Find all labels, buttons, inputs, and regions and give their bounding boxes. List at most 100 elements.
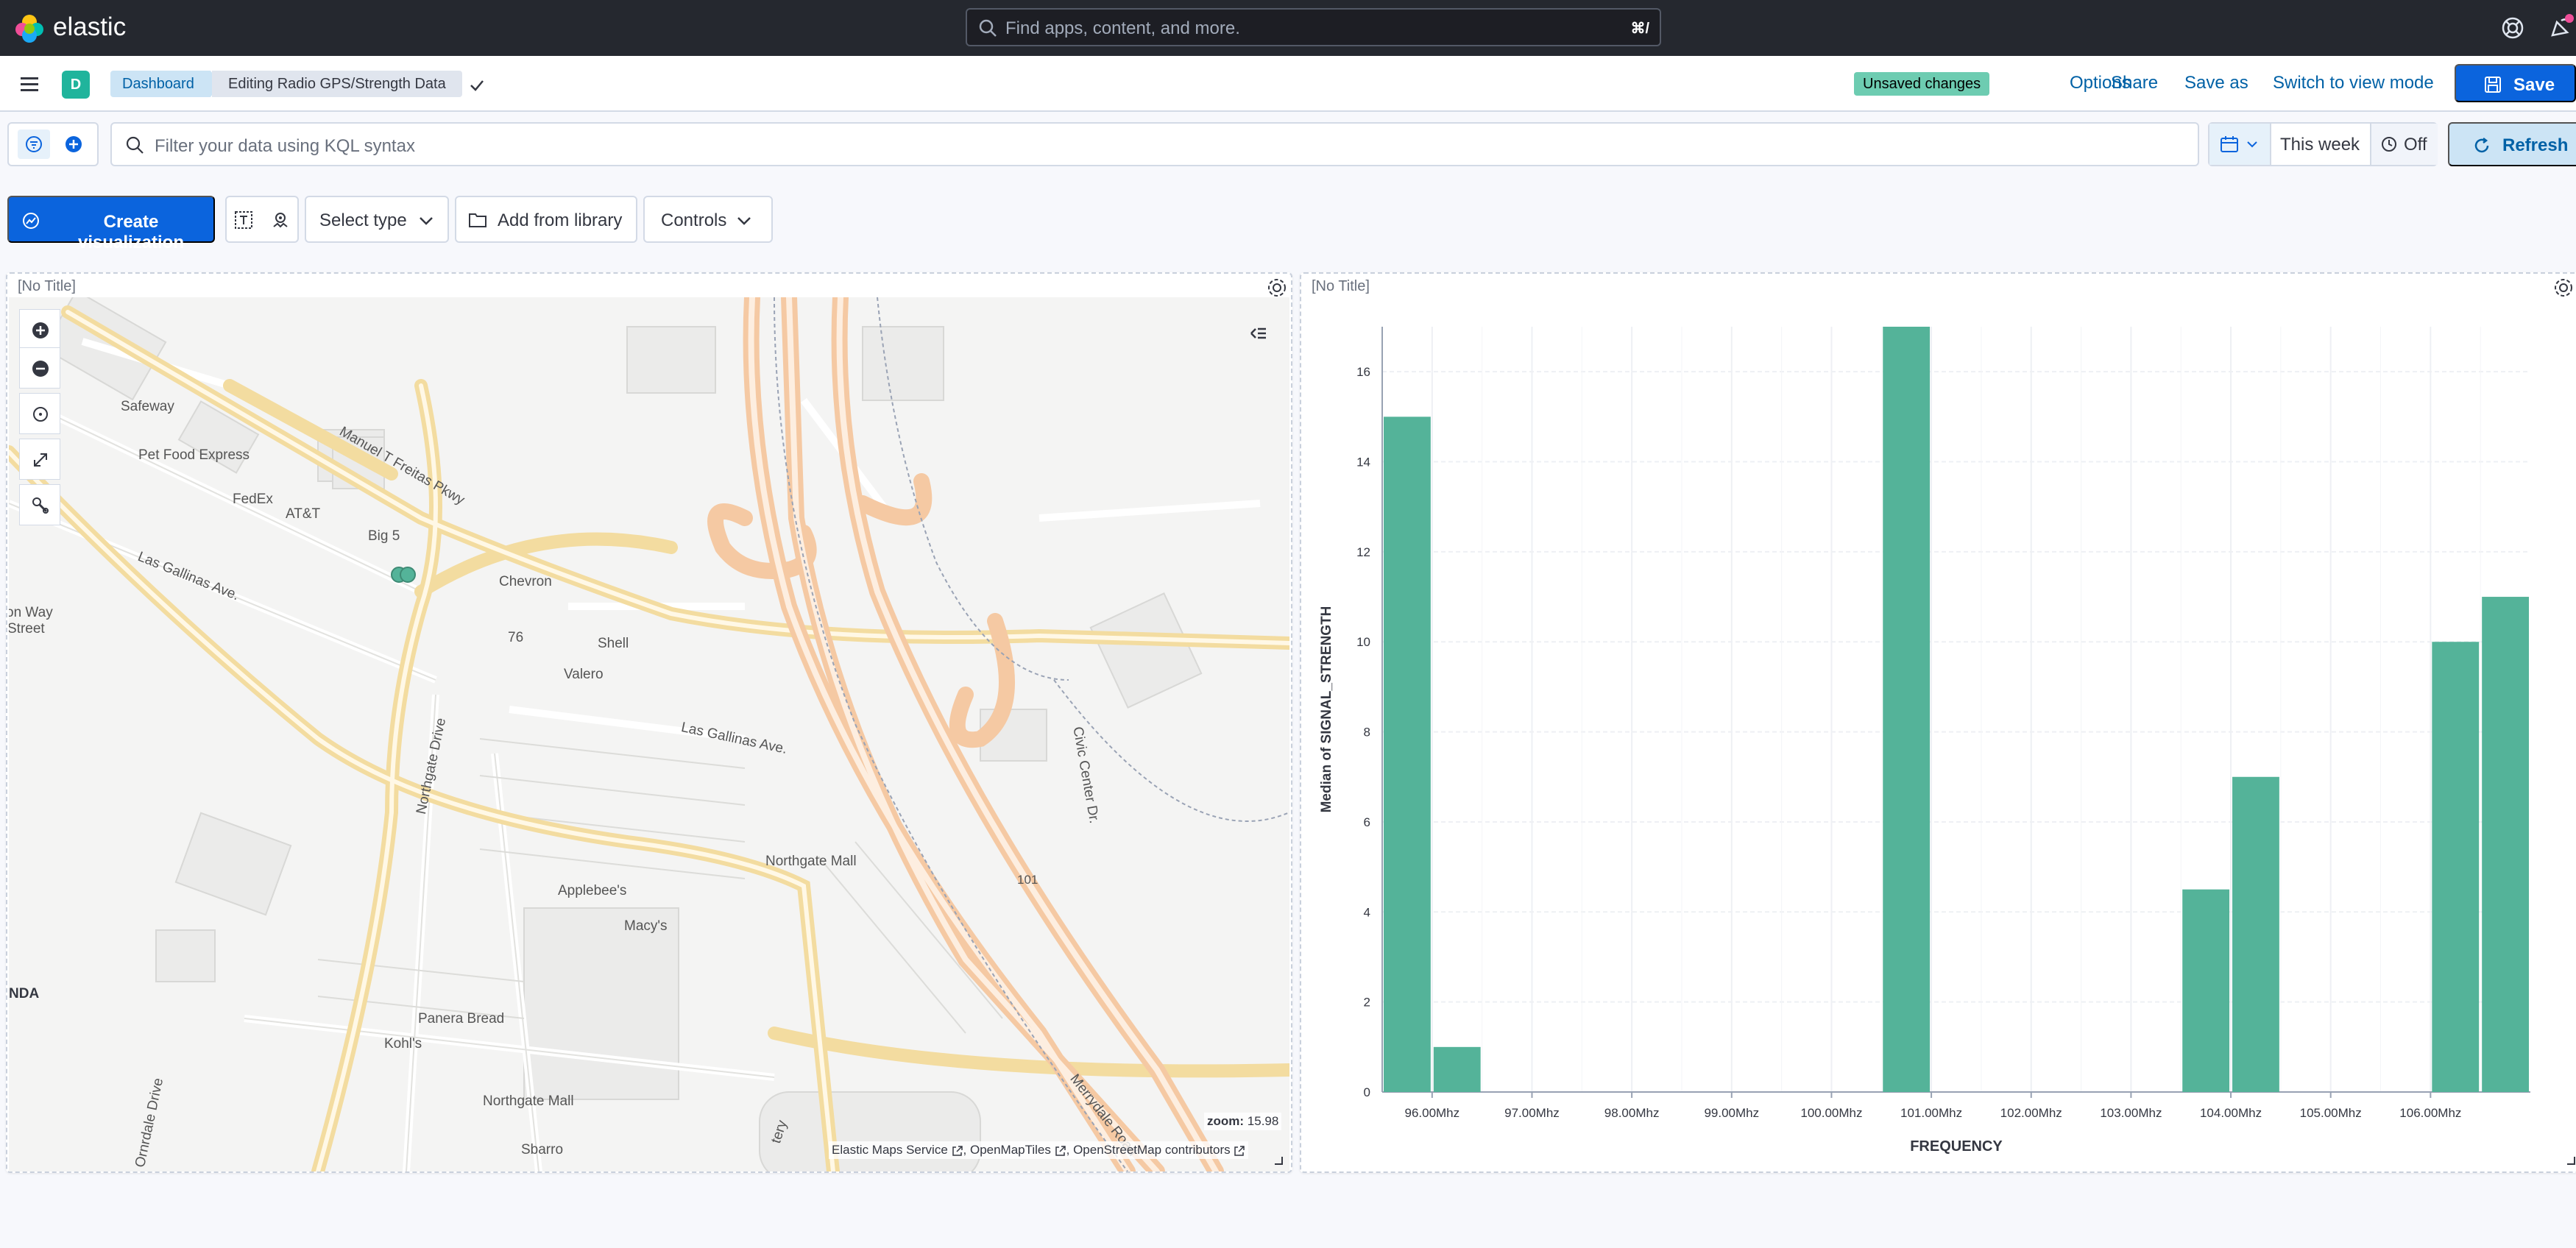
attribution-ems-link[interactable]: Elastic Maps Service [832,1143,948,1157]
help-icon[interactable] [2501,16,2524,40]
date-range-label[interactable]: This week [2280,135,2360,155]
draw-tool-button[interactable] [19,484,60,525]
keyboard-shortcut: ⌘/ [1630,21,1649,37]
zoom-in-button[interactable] [19,309,60,350]
auto-refresh-button[interactable]: Off [2370,124,2438,165]
minus-circle-icon [32,361,49,377]
elastic-logo-icon[interactable] [13,12,46,44]
chevron-down-icon [737,217,751,225]
share-link[interactable]: Share [2111,73,2158,93]
add-filter-button[interactable] [57,130,90,159]
quick-menu-button[interactable] [2209,124,2271,165]
map-controls [19,309,60,530]
layer-control-icon[interactable] [1245,321,1270,346]
chart-panel-title: [No Title] [1312,278,1370,294]
zoom-value: 15.98 [1247,1114,1279,1128]
map-label: Sbarro [521,1142,564,1157]
auto-refresh-label: Off [2404,135,2427,155]
kql-placeholder: Filter your data using KQL syntax [155,136,415,156]
chart-y-tick-label: 2 [1364,996,1370,1010]
save-button[interactable]: Save [2455,64,2576,102]
gear-icon[interactable] [1266,277,1288,299]
external-link-icon [1234,1145,1245,1156]
external-link-icon [952,1145,963,1156]
map-label: Kohl's [384,1036,422,1052]
date-picker: This week Off [2208,122,2438,166]
add-from-library-button[interactable]: Add from library [455,196,637,243]
switch-to-view-mode-link[interactable]: Switch to view mode [2273,73,2434,93]
zoom-out-button[interactable] [19,347,60,389]
controls-button[interactable]: Controls [643,196,773,243]
chevron-down-icon [2247,141,2257,148]
select-type-button[interactable]: Select type [305,196,449,243]
attribution-osm-link[interactable]: OpenStreetMap contributors [1073,1143,1231,1157]
refresh-button[interactable]: Refresh [2448,122,2576,166]
filter-icon [26,136,42,152]
map-canvas[interactable]: Safeway Pet Food Express FedEx AT&T Big … [9,297,1289,1171]
map-label: 101 [1017,873,1038,887]
map-label: FedEx [233,492,273,507]
chart-x-tick-label: 104.00Mhz [2200,1106,2262,1120]
map-label: Pet Food Express [138,447,250,463]
menu-icon[interactable] [16,71,43,97]
chart-bar [1384,416,1431,1092]
map-label: Macy's [624,918,668,934]
chart-x-tick-label: 100.00Mhz [1800,1106,1862,1120]
filter-menu-button[interactable] [18,130,50,159]
map-label: Safeway [121,399,174,414]
save-as-link[interactable]: Save as [2184,73,2248,93]
maps-app-icon[interactable] [271,210,290,230]
wrench-icon [32,497,49,514]
chevron-down-icon [420,217,433,225]
map-label: Panera Bread [418,1011,505,1027]
space-avatar[interactable]: D [62,71,90,99]
plus-circle-icon [66,136,82,152]
fullscreen-button[interactable] [19,439,60,480]
map-label: Applebee's [558,883,627,898]
chart-y-tick-label: 4 [1364,905,1370,919]
resize-handle-icon[interactable] [1273,1155,1284,1166]
check-icon[interactable] [468,77,486,94]
map-label: Chevron [499,574,552,589]
chart-bar [1883,327,1931,1092]
global-header: elastic Find apps, content, and more. ⌘/ [0,0,2576,56]
map-panel-title: [No Title] [18,278,76,294]
chart-bar [2232,776,2279,1092]
chart-y-tick-label: 6 [1364,815,1370,829]
create-visualization-label: Create visualization [77,212,185,252]
notification-dot [2565,14,2574,23]
quick-create-group [225,196,299,243]
add-from-library-label: Add from library [498,210,623,230]
breadcrumb-dashboard[interactable]: Dashboard [110,71,221,97]
reset-view-button[interactable] [19,393,60,434]
map-label: Big 5 [368,528,400,544]
create-visualization-button[interactable]: Create visualization [7,196,215,252]
calendar-icon [2221,136,2238,152]
resize-handle-icon[interactable] [2566,1155,2576,1166]
chart-y-tick-label: 10 [1356,635,1370,649]
brand-name[interactable]: elastic [53,13,126,42]
crosshair-icon [33,407,48,422]
filter-button-group [7,122,99,166]
gear-icon[interactable] [2552,277,2575,299]
chart-y-tick-label: 12 [1356,545,1370,559]
chart-y-tick-label: 14 [1356,455,1370,469]
chart-x-axis-label: FREQUENCY [1910,1138,2003,1155]
map-label: AT&T [286,506,321,522]
auto-refresh-icon [2382,137,2396,152]
map-label: Northgate Mall [765,854,857,869]
global-search-input[interactable]: Find apps, content, and more. ⌘/ [966,8,1661,46]
map-label: Shell [598,636,629,651]
kql-search-input[interactable]: Filter your data using KQL syntax [110,122,2199,166]
attribution-omt-link[interactable]: OpenMapTiles [970,1143,1051,1157]
chart-bar [2432,642,2480,1092]
chart-bar [2482,597,2529,1092]
markdown-icon[interactable] [234,210,253,230]
unsaved-changes-badge: Unsaved changes [1854,72,1990,96]
map-label: on Way [9,605,53,620]
save-icon [2485,77,2501,93]
map-label: NDA [9,986,40,1001]
refresh-icon [2474,138,2489,153]
chart-bar [2182,889,2230,1092]
map-label: Street [9,621,45,637]
